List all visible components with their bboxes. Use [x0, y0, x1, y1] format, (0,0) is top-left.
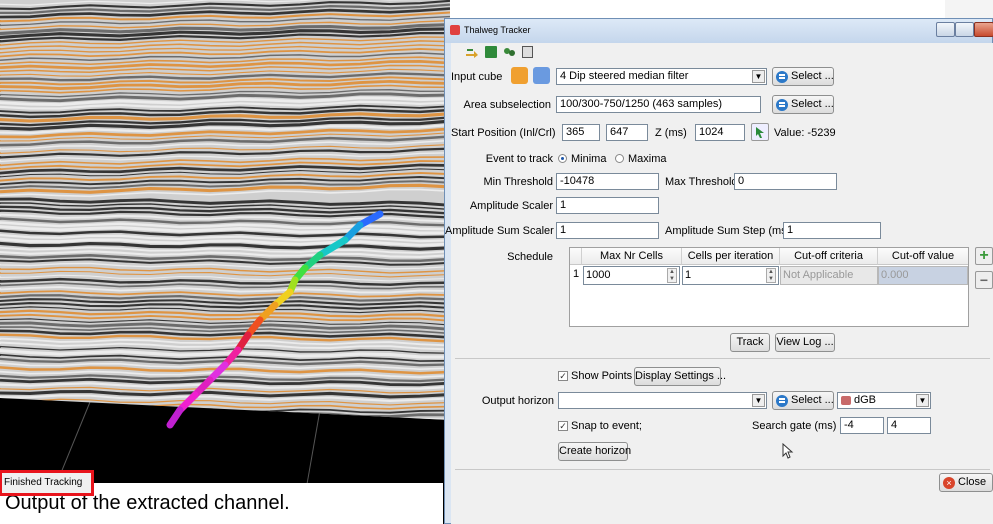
- track-button[interactable]: Track: [730, 333, 770, 352]
- pick-position-icon[interactable]: [751, 123, 769, 141]
- column-header[interactable]: Cells per iteration: [682, 248, 780, 265]
- amplitude-sum-scaler-field[interactable]: 1: [556, 222, 659, 239]
- inline-field[interactable]: 365: [562, 124, 600, 141]
- row-header-corner: [570, 248, 582, 265]
- z-label: Z (ms): [655, 127, 687, 139]
- min-threshold-label: Min Threshold: [483, 176, 554, 188]
- minima-radio[interactable]: [558, 154, 567, 163]
- input-cube-select-button[interactable]: Select ...: [772, 67, 834, 86]
- search-gate-label: Search gate (ms): [752, 420, 837, 432]
- dialog-client-area: Input cube 4 Dip steered median filter ▼…: [445, 43, 993, 524]
- separator: [455, 358, 990, 359]
- input-cube-label: Input cube: [451, 71, 503, 83]
- snap-to-event-checkbox[interactable]: ✓: [558, 421, 568, 431]
- max-threshold-label: Max Threshold: [665, 176, 738, 188]
- chevron-down-icon: ▼: [752, 70, 765, 83]
- max-threshold-field[interactable]: 0: [734, 173, 837, 190]
- cutoff-criteria-cell: Not Applicable: [780, 266, 878, 285]
- output-horizon-label: Output horizon: [481, 395, 554, 407]
- display-settings-button[interactable]: Display Settings ...: [634, 367, 726, 386]
- start-value-text: Value: -5239: [774, 127, 836, 139]
- separator: [455, 469, 990, 470]
- event-to-track-label: Event to track: [485, 153, 553, 165]
- add-row-icon[interactable]: +: [975, 247, 993, 265]
- maxima-radio[interactable]: [615, 154, 624, 163]
- amplitude-scaler-field[interactable]: 1: [556, 197, 659, 214]
- steering-data-icon[interactable]: [533, 67, 550, 84]
- save-icon[interactable]: [485, 46, 497, 58]
- schedule-label: Schedule: [507, 251, 553, 263]
- spin-arrows-icon[interactable]: ▲ ▼: [766, 268, 776, 283]
- column-header[interactable]: Cut-off value: [878, 248, 968, 265]
- status-bar-message: Finished Tracking: [0, 470, 94, 496]
- area-subselection-label: Area subselection: [463, 99, 551, 111]
- stored-data-icon[interactable]: [511, 67, 528, 84]
- window-close-button[interactable]: [974, 22, 993, 37]
- cutoff-value-cell: 0.000: [878, 266, 968, 285]
- chevron-down-icon: ▼: [916, 394, 929, 407]
- mouse-cursor-icon: [781, 442, 795, 461]
- snap-to-event-label: Snap to event;: [571, 420, 642, 432]
- minimize-button[interactable]: [936, 22, 955, 37]
- minima-label: Minima: [571, 153, 607, 165]
- search-gate-to-field[interactable]: 4: [887, 417, 931, 434]
- cells-per-iteration-cell[interactable]: 1: [682, 266, 779, 285]
- amplitude-sum-scaler-label: Amplitude Sum Scaler: [445, 225, 554, 237]
- show-points-label: Show Points: [571, 370, 633, 382]
- select-icon: [776, 395, 788, 407]
- select-icon: [776, 71, 788, 83]
- open-arrow-icon[interactable]: [465, 46, 479, 58]
- input-cube-select[interactable]: 4 Dip steered median filter ▼: [556, 68, 767, 85]
- create-horizon-button[interactable]: Create horizon: [558, 442, 631, 461]
- search-gate-from-field[interactable]: -4: [840, 417, 884, 434]
- app-icon: [450, 25, 460, 35]
- schedule-table[interactable]: Max Nr Cells Cells per iteration Cut-off…: [569, 247, 969, 327]
- amplitude-sum-step-label: Amplitude Sum Step (ms): [665, 225, 791, 237]
- seismic-section-image: [0, 0, 450, 524]
- show-points-checkbox[interactable]: ✓: [558, 371, 568, 381]
- close-button[interactable]: × Close: [939, 473, 993, 492]
- spin-arrows-icon[interactable]: ▲ ▼: [667, 268, 677, 283]
- maxima-label: Maxima: [628, 153, 667, 165]
- remove-row-icon[interactable]: −: [975, 271, 993, 289]
- maximize-button[interactable]: [955, 22, 974, 37]
- column-header[interactable]: Max Nr Cells: [582, 248, 682, 265]
- amplitude-sum-step-field[interactable]: 1: [783, 222, 881, 239]
- view-log-button[interactable]: View Log ...: [775, 333, 835, 352]
- crossline-field[interactable]: 647: [606, 124, 648, 141]
- area-select-button[interactable]: Select ...: [772, 95, 834, 114]
- survey-value: dGB: [854, 394, 877, 406]
- database-icon: [841, 396, 851, 405]
- select-icon: [776, 99, 788, 111]
- area-subselection-field[interactable]: 100/300-750/1250 (463 samples): [556, 96, 761, 113]
- chevron-down-icon: ▼: [752, 394, 765, 407]
- input-cube-value: 4 Dip steered median filter: [560, 70, 689, 82]
- seismic-3d-view[interactable]: [0, 0, 450, 524]
- tree-icon[interactable]: [503, 46, 516, 58]
- output-horizon-select[interactable]: ▼: [558, 392, 767, 409]
- close-icon: ×: [943, 477, 955, 489]
- amplitude-scaler-label: Amplitude Scaler: [469, 200, 553, 212]
- start-position-label: Start Position (Inl/Crl): [451, 127, 556, 139]
- max-nr-cells-cell[interactable]: 1000: [583, 266, 680, 285]
- column-header[interactable]: Cut-off criteria: [780, 248, 878, 265]
- thalweg-tracker-window: Thalweg Tracker Input cube 4 Dip steered…: [444, 18, 993, 524]
- window-title: Thalweg Tracker: [464, 25, 531, 35]
- output-select-button[interactable]: Select ...: [772, 391, 834, 410]
- row-index: 1: [572, 268, 580, 280]
- grid-settings-icon[interactable]: [522, 46, 533, 58]
- title-bar[interactable]: Thalweg Tracker: [445, 19, 993, 43]
- z-field[interactable]: 1024: [695, 124, 745, 141]
- survey-select[interactable]: dGB ▼: [837, 392, 931, 409]
- min-threshold-field[interactable]: -10478: [556, 173, 659, 190]
